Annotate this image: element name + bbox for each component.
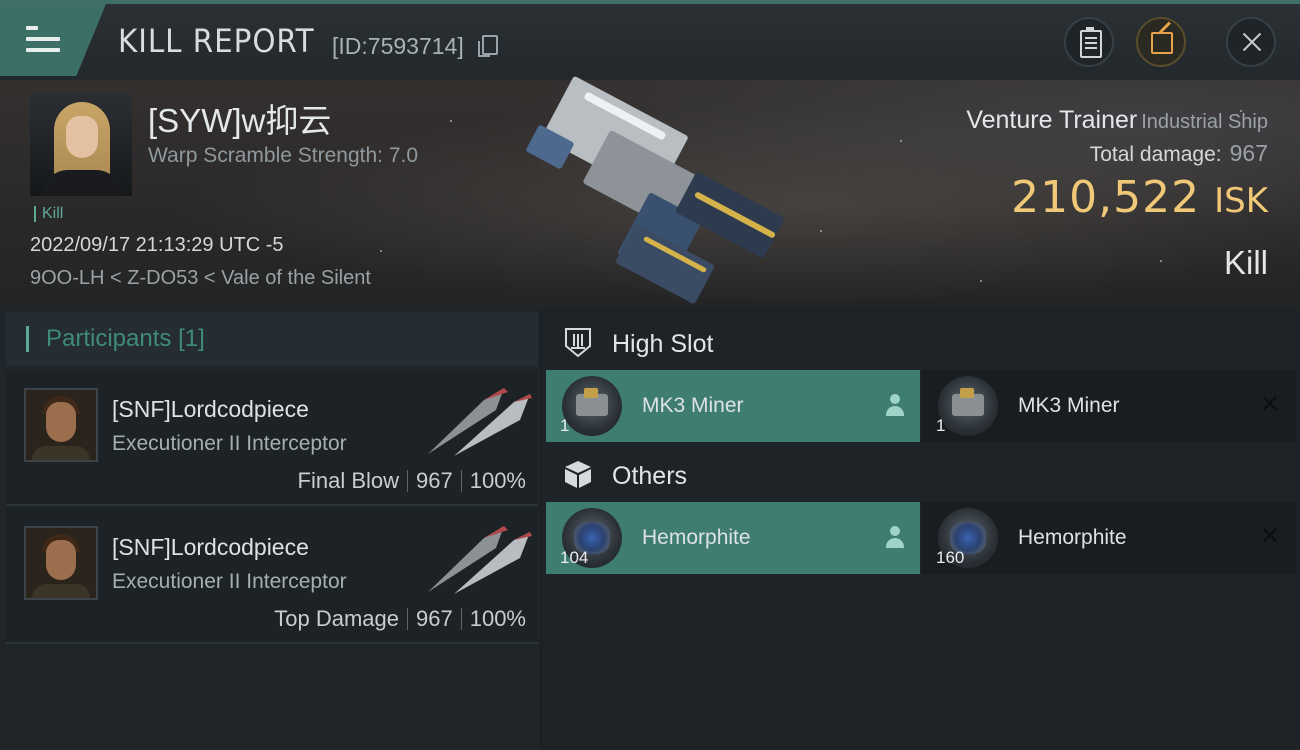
isk-value: 210,522 ISK bbox=[1011, 172, 1268, 223]
participant-ship: Executioner II Interceptor bbox=[112, 570, 347, 593]
participant-damage: 967 bbox=[416, 606, 453, 631]
participant-stats: Final Blow 967 100% bbox=[298, 468, 526, 494]
participant-name[interactable]: [SNF]Lordcodpiece bbox=[112, 534, 309, 561]
participant-ship-image bbox=[428, 526, 532, 594]
cargo-box-icon bbox=[565, 461, 591, 488]
kill-type: Kill bbox=[1223, 244, 1268, 281]
clipboard-button[interactable] bbox=[1064, 17, 1114, 67]
item-quantity: 1 bbox=[936, 416, 946, 435]
user-icon bbox=[886, 394, 904, 416]
victim-name[interactable]: [SYW]w抑云 bbox=[148, 94, 331, 142]
avatar[interactable] bbox=[24, 388, 98, 462]
avatar[interactable] bbox=[24, 526, 98, 600]
victim-ship-name[interactable]: Venture Trainer Industrial Ship bbox=[966, 106, 1268, 135]
user-icon bbox=[886, 526, 904, 548]
others-header: Others bbox=[542, 444, 1300, 504]
high-slot-header: High Slot bbox=[542, 312, 1300, 372]
destroyed-x-icon: ✕ bbox=[1259, 523, 1280, 550]
item-quantity: 160 bbox=[936, 548, 965, 567]
page-title: KILL REPORT bbox=[118, 22, 315, 60]
participant-card[interactable]: [SNF]Lordcodpiece Executioner II Interce… bbox=[6, 370, 538, 506]
participant-role: Top Damage bbox=[274, 606, 399, 631]
close-button[interactable] bbox=[1226, 17, 1276, 67]
isk-unit: ISK bbox=[1214, 181, 1268, 221]
item-name: MK3 Miner bbox=[642, 394, 744, 417]
participant-percent: 100% bbox=[469, 606, 526, 631]
victim-portrait[interactable] bbox=[30, 94, 132, 196]
participant-name[interactable]: [SNF]Lordcodpiece bbox=[112, 396, 309, 423]
kill-datetime: 2022/09/17 21:13:29 UTC -5 bbox=[30, 234, 284, 256]
kill-tag: Kill bbox=[34, 206, 63, 222]
share-icon bbox=[1151, 32, 1173, 54]
item-name: Hemorphite bbox=[642, 526, 751, 549]
item-quantity: 1 bbox=[560, 416, 570, 435]
clipboard-icon bbox=[1080, 27, 1102, 58]
ship-name-text: Venture Trainer bbox=[966, 106, 1138, 134]
high-slot-title: High Slot bbox=[612, 330, 714, 358]
fitting-item-dropped[interactable]: 104 Hemorphite bbox=[546, 502, 920, 574]
participant-ship: Executioner II Interceptor bbox=[112, 432, 347, 455]
victim-ship-image[interactable] bbox=[520, 75, 790, 305]
fitting-item-destroyed[interactable]: 160 Hemorphite ✕ bbox=[922, 502, 1296, 574]
participants-title: Participants [1] bbox=[46, 325, 205, 352]
miner-module-icon bbox=[938, 376, 998, 436]
participant-damage: 967 bbox=[416, 468, 453, 493]
item-name: MK3 Miner bbox=[1018, 394, 1120, 417]
menu-icon bbox=[26, 26, 60, 54]
participant-percent: 100% bbox=[469, 468, 526, 493]
kill-location[interactable]: 9OO-LH < Z-DO53 < Vale of the Silent bbox=[30, 267, 371, 290]
destroyed-x-icon: ✕ bbox=[1259, 391, 1280, 418]
fitting-item-destroyed[interactable]: 1 MK3 Miner ✕ bbox=[922, 370, 1296, 442]
participant-stats: Top Damage 967 100% bbox=[274, 606, 526, 632]
participants-count: [1] bbox=[178, 325, 205, 352]
others-title: Others bbox=[612, 462, 688, 490]
share-button[interactable] bbox=[1136, 17, 1186, 67]
participant-card[interactable]: [SNF]Lordcodpiece Executioner II Interce… bbox=[6, 508, 538, 644]
participant-ship-image bbox=[428, 388, 532, 456]
copy-icon[interactable] bbox=[478, 35, 498, 57]
item-quantity: 104 bbox=[560, 548, 589, 567]
isk-amount: 210,522 bbox=[1011, 172, 1201, 223]
participant-role: Final Blow bbox=[297, 468, 399, 493]
item-name: Hemorphite bbox=[1018, 526, 1127, 549]
ship-class: Industrial Ship bbox=[1141, 111, 1268, 133]
warp-scramble-strength: Warp Scramble Strength: 7.0 bbox=[148, 144, 419, 167]
report-id: [ID:7593714] bbox=[332, 33, 464, 59]
participants-header[interactable]: Participants [1] bbox=[6, 312, 538, 366]
total-damage-label: Total damage: bbox=[1089, 143, 1222, 166]
total-damage-value: 967 bbox=[1229, 140, 1268, 166]
total-damage: Total damage: 967 bbox=[1090, 140, 1268, 167]
fitting-item-dropped[interactable]: 1 MK3 Miner bbox=[546, 370, 920, 442]
turret-slot-icon bbox=[565, 328, 591, 358]
miner-module-icon bbox=[562, 376, 622, 436]
